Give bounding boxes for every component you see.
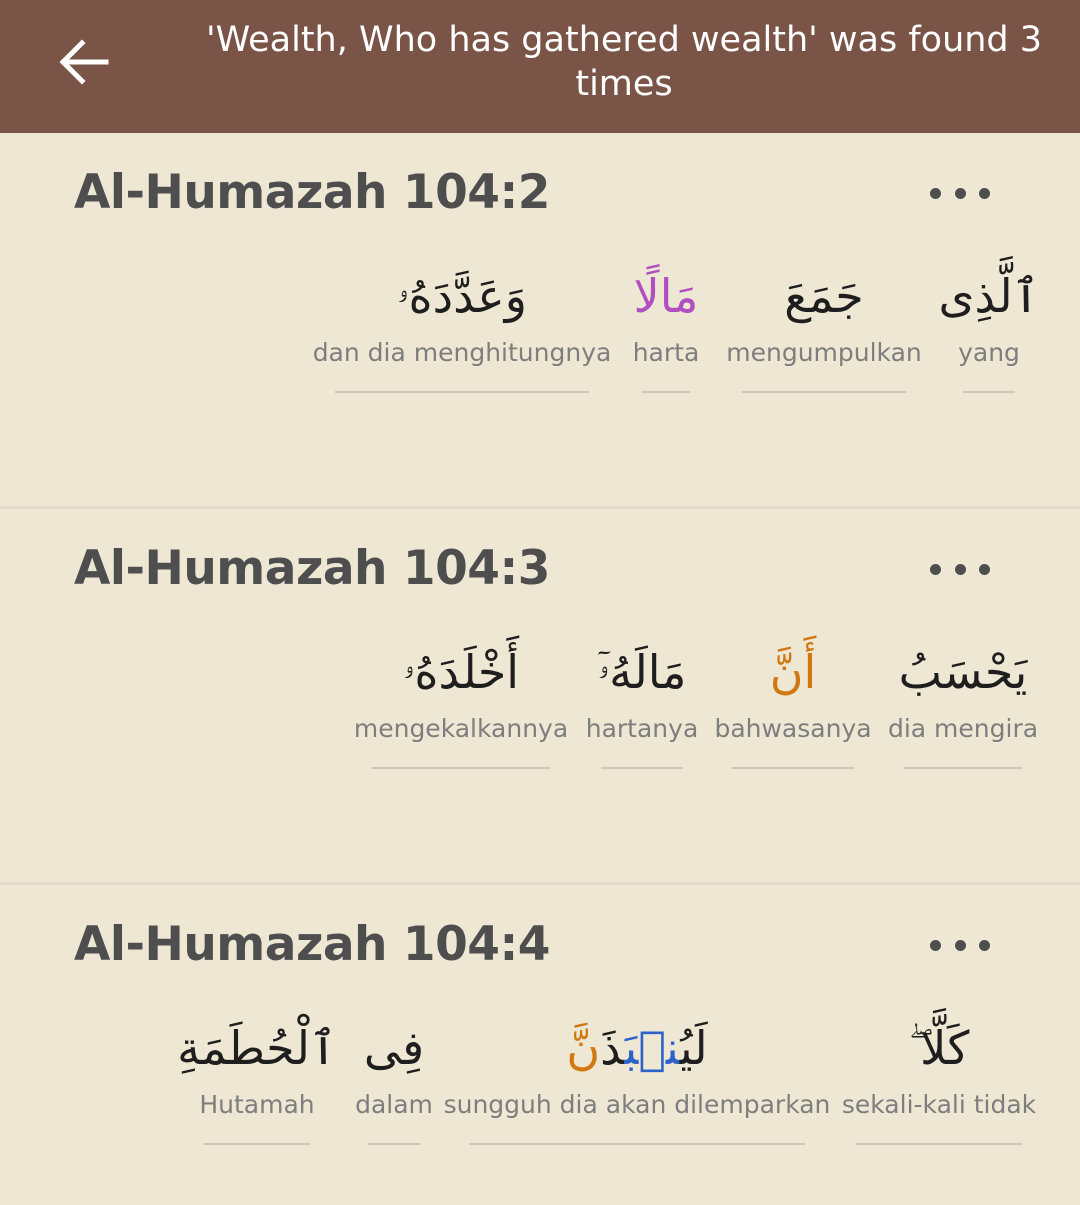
arabic-word: وَعَدَّدَهُۥ <box>397 269 527 323</box>
word-underline <box>732 767 854 769</box>
word-translation: sungguh dia akan dilemparkan <box>443 1090 831 1119</box>
more-options-button[interactable] <box>930 933 990 957</box>
word-underline <box>904 767 1022 769</box>
search-result-title: 'Wealth, Who has gathered wealth' was fo… <box>205 20 1043 104</box>
verse-reference[interactable]: Al-Humazah 104:2 <box>74 165 550 220</box>
word-translation: mengekalkannya <box>353 714 569 743</box>
arabic-word: كَلَّا ۖ <box>908 1021 970 1075</box>
word-translation: bahwasanya <box>714 714 872 743</box>
word-underline <box>204 1143 310 1145</box>
verse-card[interactable]: Al-Humazah 104:4 كَلَّا ۖ sekali-kali ti… <box>0 885 1080 1205</box>
verse-card[interactable]: Al-Humazah 104:3 يَحْسَبُ dia mengira أَ… <box>0 509 1080 885</box>
word-item[interactable]: أَنَّ bahwasanya <box>714 627 872 769</box>
word-item[interactable]: يَحْسَبُ dia mengira <box>887 627 1039 769</box>
word-item[interactable]: ٱلَّذِى yang <box>938 251 1040 393</box>
word-translation: harta <box>632 338 700 367</box>
app-header: 'Wealth, Who has gathered wealth' was fo… <box>0 0 1080 133</box>
word-translation: dia mengira <box>887 714 1039 743</box>
word-underline <box>372 767 550 769</box>
word-underline <box>856 1143 1022 1145</box>
more-options-button[interactable] <box>930 557 990 581</box>
more-horizontal-icon <box>930 187 941 199</box>
word-translation: yang <box>958 338 1020 367</box>
word-translation: Hutamah <box>199 1090 315 1119</box>
word-item[interactable]: مَالَهُۥٓ hartanya <box>586 627 698 769</box>
arabic-word-highlighted: أَنَّ <box>769 645 817 699</box>
word-translation: hartanya <box>585 714 699 743</box>
word-underline <box>963 391 1015 393</box>
arabic-word-highlighted: لَيُنۢبَذَنَّ <box>566 1003 707 1093</box>
word-item[interactable]: لَيُنۢبَذَنَّ sungguh dia akan dilempark… <box>444 1003 830 1145</box>
word-underline <box>642 391 690 393</box>
arabic-word: يَحْسَبُ <box>898 645 1028 699</box>
arabic-word: أَخْلَدَهُۥ <box>402 645 520 699</box>
word-underline <box>742 391 906 393</box>
arabic-word-part-highlight-orange: نَّ <box>566 1021 601 1075</box>
verse-reference[interactable]: Al-Humazah 104:4 <box>74 917 550 972</box>
arabic-word: فِى <box>363 1021 425 1075</box>
word-item[interactable]: مَالًا harta <box>626 251 706 393</box>
more-horizontal-icon <box>930 563 941 575</box>
verse-reference[interactable]: Al-Humazah 104:3 <box>74 541 550 596</box>
more-options-button[interactable] <box>930 181 990 205</box>
word-underline <box>469 1143 805 1145</box>
word-item[interactable]: وَعَدَّدَهُۥ dan dia menghitungnya <box>313 251 611 393</box>
arabic-word: جَمَعَ <box>784 269 864 323</box>
word-underline <box>368 1143 420 1145</box>
arabic-word: ٱلْحُطَمَةِ <box>177 1021 337 1075</box>
word-underline <box>601 767 683 769</box>
arabic-word-part: لَيُ <box>679 1021 708 1075</box>
word-item[interactable]: جَمَعَ mengumpulkan <box>726 251 922 393</box>
more-horizontal-icon <box>930 939 941 951</box>
arabic-word: مَالَهُۥٓ <box>597 645 687 699</box>
verse-card[interactable]: Al-Humazah 104:2 ٱلَّذِى yang جَمَعَ men… <box>0 133 1080 509</box>
word-translation: sekali-kali tidak <box>841 1090 1037 1119</box>
word-translation: dan dia menghitungnya <box>312 338 612 367</box>
word-item[interactable]: ٱلْحُطَمَةِ Hutamah <box>177 1003 337 1145</box>
word-item[interactable]: كَلَّا ۖ sekali-kali tidak <box>842 1003 1036 1145</box>
word-underline <box>335 391 589 393</box>
word-translation: dalam <box>355 1090 433 1119</box>
arabic-word-highlighted: مَالًا <box>633 269 699 323</box>
word-item[interactable]: فِى dalam <box>354 1003 434 1145</box>
arabic-word-part: ذَ <box>600 1021 625 1075</box>
arabic-word-part-highlight-blue: نۢبَ <box>624 1021 680 1075</box>
word-translation: mengumpulkan <box>726 338 922 367</box>
arabic-word: ٱلَّذِى <box>938 269 1040 323</box>
back-button[interactable] <box>54 34 114 90</box>
word-item[interactable]: أَخْلَدَهُۥ mengekalkannya <box>354 627 568 769</box>
arrow-left-icon <box>59 39 109 85</box>
